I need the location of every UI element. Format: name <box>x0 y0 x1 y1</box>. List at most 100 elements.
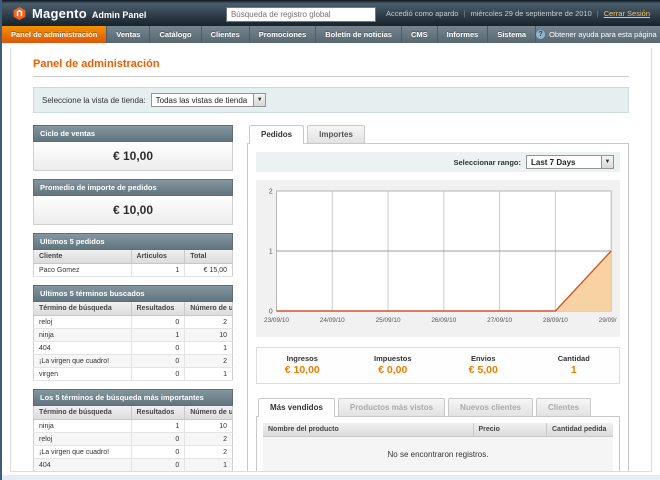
tab-new-customers[interactable]: Nuevos clientes <box>448 398 533 416</box>
table-cell: 0 <box>131 368 185 381</box>
total-label: Cantidad <box>529 354 620 363</box>
widget-title: Ciclo de ventas <box>33 125 233 142</box>
nav-item-dashboard[interactable]: Panel de administración <box>2 26 107 43</box>
table-cell: 404 <box>34 459 132 472</box>
nav-item-catalog[interactable]: Catálogo <box>150 26 201 43</box>
svg-text:24/09/10: 24/09/10 <box>320 317 345 324</box>
nav-item-newsletter[interactable]: Boletín de noticias <box>316 26 402 43</box>
table-row: reloj02 <box>34 316 233 329</box>
table-cell: 0 <box>131 342 185 355</box>
chart-tabs: Pedidos Importes <box>247 125 629 143</box>
tab-label: Clientes <box>548 403 579 412</box>
table-row: reloj02 <box>34 433 233 446</box>
table-header-row: ClienteArticulosTotal <box>34 250 233 264</box>
help-link[interactable]: ? Obtener ayuda para esta página <box>536 26 660 43</box>
table-header-cell: Número de usos <box>185 406 233 420</box>
products-tabs: Más vendidos Productos más vistos Nuevos… <box>256 398 620 416</box>
last-search-terms-widget: Ultimos 5 términos buscados Término de b… <box>33 285 233 381</box>
table-cell: € 15,00 <box>185 264 233 277</box>
table-row: ¡La virgen que cuadro!02 <box>34 446 233 459</box>
store-view-select[interactable]: Todas las vistas de tienda ▼ <box>151 93 267 107</box>
svg-text:23/09/10: 23/09/10 <box>264 317 289 324</box>
bestsellers-panel: Nombre del productoPrecioCantidad pedida… <box>256 416 620 472</box>
tab-bestsellers[interactable]: Más vendidos <box>258 398 335 417</box>
tab-customers[interactable]: Clientes <box>536 398 591 416</box>
table-cell: 2 <box>185 355 233 368</box>
table-header-row: Término de búsquedaResultadosNúmero de u… <box>34 302 233 316</box>
empty-records-message: No se encontraron registros. <box>263 437 613 473</box>
dashboard-main: Pedidos Importes Seleccionar rango: Last… <box>247 125 629 472</box>
title-divider <box>33 76 629 77</box>
table-header-cell: Articulos <box>131 250 185 264</box>
total-revenue: Ingresos € 10,00 <box>257 354 348 376</box>
table-cell: 1 <box>131 264 185 277</box>
nav-item-label: Catálogo <box>159 30 191 39</box>
nav-item-reports[interactable]: Informes <box>438 26 489 43</box>
nav-item-system[interactable]: Sistema <box>488 26 536 43</box>
table-cell: virgen <box>34 368 132 381</box>
table-header-cell: Cliente <box>34 250 132 264</box>
average-orders-widget: Promedio de importe de pedidos € 10,00 <box>33 179 233 225</box>
nav-item-sales[interactable]: Ventas <box>107 26 150 43</box>
table-cell: 0 <box>131 472 185 473</box>
table-header-cell: Total <box>185 250 233 264</box>
table-row: ¡La virgen que cuadro!02 <box>34 355 233 368</box>
nav-item-promotions[interactable]: Promociones <box>250 26 317 43</box>
tab-label: Más vendidos <box>270 403 323 412</box>
products-section: Más vendidos Productos más vistos Nuevos… <box>256 398 620 472</box>
widget-title: Los 5 términos de búsqueda más important… <box>33 389 233 406</box>
table-cell: 2 <box>185 433 233 446</box>
range-bar: Seleccionar rango: Last 7 Days ▼ <box>256 152 620 172</box>
top-search-terms-table: Término de búsquedaResultadosNúmero de u… <box>33 406 233 472</box>
total-label: Impuestos <box>348 354 439 363</box>
tab-orders[interactable]: Pedidos <box>249 125 304 144</box>
current-date: miércoles 29 de septiembre de 2010 <box>470 9 591 18</box>
logout-link[interactable]: Cerrar Sesión <box>604 9 650 18</box>
table-cell: 1 <box>185 472 233 473</box>
table-cell: virge <box>34 472 132 473</box>
table-header-row: Término de búsquedaResultadosNúmero de u… <box>34 406 233 420</box>
nav-item-label: Ventas <box>116 30 140 39</box>
dashboard-sidebar: Ciclo de ventas € 10,00 Promedio de impo… <box>33 125 233 472</box>
table-header-cell: Resultados <box>131 302 185 316</box>
nav-item-label: Informes <box>447 30 479 39</box>
tab-most-viewed[interactable]: Productos más vistos <box>338 398 445 416</box>
table-header-cell: Número de usos <box>185 302 233 316</box>
page-container: Panel de administración Seleccione la vi… <box>10 48 652 472</box>
svg-text:2: 2 <box>269 188 273 195</box>
table-cell: Paco Gomez <box>34 264 132 277</box>
total-tax: Impuestos € 0,00 <box>348 354 439 376</box>
global-search <box>226 4 376 22</box>
totals-bar: Ingresos € 10,00 Impuestos € 0,00 Envios… <box>256 347 620 384</box>
table-cell: 404 <box>34 342 132 355</box>
total-value: € 5,00 <box>438 364 529 376</box>
logo-suffix: Admin Panel <box>92 10 147 20</box>
total-shipping: Envios € 5,00 <box>438 354 529 376</box>
lifetime-sales-widget: Ciclo de ventas € 10,00 <box>33 125 233 171</box>
store-view-bar: Seleccione la vista de tienda: Todas las… <box>33 87 629 113</box>
svg-text:1: 1 <box>269 248 273 255</box>
nav-item-label: Clientes <box>211 30 240 39</box>
nav-item-cms[interactable]: CMS <box>402 26 438 43</box>
table-header-cell: Término de búsqueda <box>34 302 132 316</box>
table-cell: 1 <box>131 329 185 342</box>
widget-title: Promedio de importe de pedidos <box>33 179 233 196</box>
magento-logo: Magento Admin Panel <box>12 6 146 21</box>
chevron-down-icon: ▼ <box>601 156 613 168</box>
total-label: Ingresos <box>257 354 348 363</box>
table-row: ninja110 <box>34 420 233 433</box>
separator: | <box>597 9 599 18</box>
table-cell: 2 <box>185 446 233 459</box>
nav-item-label: Sistema <box>497 30 526 39</box>
table-header-cell: Cantidad pedida <box>547 423 614 437</box>
total-value: € 10,00 <box>257 364 348 376</box>
total-quantity: Cantidad 1 <box>529 354 620 376</box>
range-select[interactable]: Last 7 Days ▼ <box>526 155 614 169</box>
table-header-row: Nombre del productoPrecioCantidad pedida <box>263 423 613 437</box>
table-cell: 0 <box>131 355 185 368</box>
average-orders-value: € 10,00 <box>33 196 233 225</box>
last-search-terms-table: Término de búsquedaResultadosNúmero de u… <box>33 302 233 381</box>
global-search-input[interactable] <box>226 7 376 22</box>
nav-item-customers[interactable]: Clientes <box>202 26 250 43</box>
tab-amounts[interactable]: Importes <box>307 125 365 143</box>
